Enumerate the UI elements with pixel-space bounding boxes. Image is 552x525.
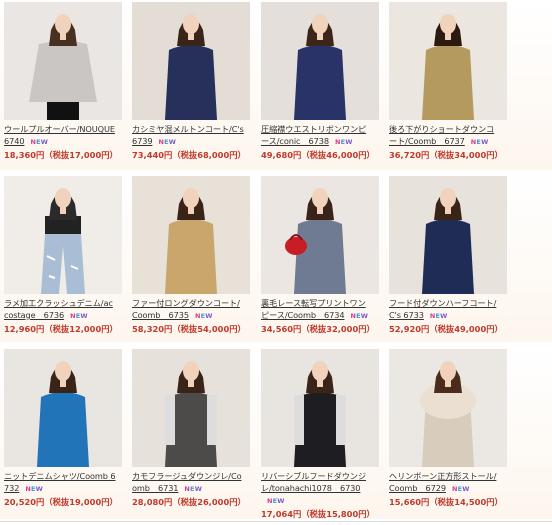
product-card[interactable]: カモフラージュダウンジレ/Coomb 6731 NEW 28,080円（税抜26,0… (132, 349, 254, 508)
product-title-link[interactable]: 圧縮襟ウエストリボンワンピース/conic 6738 NEW (261, 123, 373, 148)
product-title-text: ニットデニムシャツ/Coomb 6732 (4, 471, 116, 493)
product-title-link[interactable]: 裏毛レース転写プリントワンピース/Coomb 6734 NEW (261, 297, 373, 322)
product-title-text: ウールプルオーバー/NOUQUE 6740 (4, 124, 115, 146)
new-badge-letter: W (277, 497, 285, 505)
product-price: 36,720円（税抜34,000円） (389, 150, 503, 160)
new-badge: NEW (335, 136, 353, 148)
product-card[interactable]: ニットデニムシャツ/Coomb 6732 NEW 20,520円（税抜19,000円… (4, 349, 126, 508)
product-title-text: ファー付ロングダウンコート/Coomb 6735 (132, 298, 240, 320)
product-price: 73,440円（税抜68,000円） (132, 150, 246, 160)
product-price: 28,080円（税抜26,000円） (132, 497, 246, 507)
product-image[interactable] (4, 349, 122, 467)
product-image[interactable] (389, 349, 507, 467)
product-card[interactable]: 裏毛レース転写プリントワンピース/Coomb 6734 NEW 34,560円（税抜… (261, 176, 383, 335)
new-badge: NEW (184, 483, 202, 495)
new-badge-letter: W (205, 312, 213, 320)
product-image[interactable] (132, 349, 250, 467)
product-price: 52,920円（税抜49,000円） (389, 324, 503, 334)
product-image[interactable] (389, 2, 507, 120)
product-price: 49,680円（税抜46,000円） (261, 150, 375, 160)
new-badge: NEW (267, 495, 285, 507)
product-title-link[interactable]: ファー付ロングダウンコート/Coomb 6735 NEW (132, 297, 244, 322)
product-image[interactable] (132, 2, 250, 120)
product-card[interactable]: ファー付ロングダウンコート/Coomb 6735 NEW 58,320円（税抜54,… (132, 176, 254, 335)
product-price: 17,064円（税抜15,800円） (261, 509, 375, 519)
product-title-text: リバーシブルフードダウンジレ/tonahachi1078 6730 (261, 471, 366, 493)
product-title-link[interactable]: カシミヤ混メルトンコート/C's 6739 NEW (132, 123, 244, 148)
product-card[interactable]: ラメ加工クラッシュデニム/accostage 6736 NEW 12,960円（税抜… (4, 176, 126, 335)
product-image[interactable] (4, 2, 122, 120)
product-card[interactable]: 圧縮襟ウエストリボンワンピース/conic 6738 NEW 49,680円（税抜4… (261, 2, 383, 161)
product-title-text: ヘリンボーン正方形ストール/Coomb 6729 (389, 471, 497, 493)
new-badge: NEW (471, 136, 489, 148)
new-badge: NEW (350, 310, 368, 322)
product-title-text: ラメ加工クラッシュデニム/accostage 6736 (4, 298, 113, 320)
product-title-link[interactable]: 後ろ下がりショートダウンコート/Coomb 6737 NEW (389, 123, 501, 148)
product-image[interactable] (261, 176, 379, 294)
product-image[interactable] (261, 349, 379, 467)
new-badge-letter: W (40, 138, 49, 146)
product-price: 12,960円（税抜12,000円） (4, 324, 118, 334)
product-card[interactable]: フード付ダウンハーフコート/C's 6733 NEW 52,920円（税抜49,00… (389, 176, 511, 335)
product-grid: ウールプルオーバー/NOUQUE 6740 NEW 18,360円（税抜17,000… (0, 0, 552, 525)
product-card[interactable]: カシミヤ混メルトンコート/C's 6739 NEW 73,440円（税抜68,000… (132, 2, 254, 161)
new-badge: NEW (70, 310, 88, 322)
product-title-text: カシミヤ混メルトンコート/C's 6739 (132, 124, 244, 146)
new-badge: NEW (452, 483, 470, 495)
new-badge-letter: W (194, 485, 203, 493)
product-title-link[interactable]: カモフラージュダウンジレ/Coomb 6731 NEW (132, 470, 244, 495)
product-title-link[interactable]: ヘリンボーン正方形ストール/Coomb 6729 NEW (389, 470, 501, 495)
product-price: 15,660円（税抜14,500円） (389, 497, 503, 507)
product-price: 20,520円（税抜19,000円） (4, 497, 118, 507)
product-card[interactable]: ヘリンボーン正方形ストール/Coomb 6729 NEW 15,660円（税抜14,… (389, 349, 511, 508)
product-price: 34,560円（税抜32,000円） (261, 324, 375, 334)
product-title-link[interactable]: フード付ダウンハーフコート/C's 6733 NEW (389, 297, 501, 322)
product-image[interactable] (389, 176, 507, 294)
new-badge-letter: W (462, 485, 470, 493)
new-badge: NEW (430, 310, 448, 322)
new-badge-letter: W (168, 138, 177, 146)
new-badge-letter: W (481, 138, 489, 146)
new-badge: NEW (30, 136, 48, 148)
product-image[interactable] (4, 176, 122, 294)
footer-divider (0, 521, 552, 522)
product-image[interactable] (132, 176, 250, 294)
product-title-link[interactable]: ニットデニムシャツ/Coomb 6732 NEW (4, 470, 116, 495)
product-card[interactable]: リバーシブルフードダウンジレ/tonahachi1078 6730 NEW 17,0… (261, 349, 383, 520)
product-title-link[interactable]: ラメ加工クラッシュデニム/accostage 6736 NEW (4, 297, 116, 322)
new-badge: NEW (195, 310, 213, 322)
product-price: 18,360円（税抜17,000円） (4, 150, 118, 160)
new-badge-letter: W (80, 312, 88, 320)
new-badge-letter: W (35, 485, 43, 493)
product-title-link[interactable]: リバーシブルフードダウンジレ/tonahachi1078 6730 NEW (261, 470, 373, 507)
product-image[interactable] (261, 2, 379, 120)
new-badge-letter: W (360, 312, 369, 320)
new-badge: NEW (158, 136, 176, 148)
product-card[interactable]: 後ろ下がりショートダウンコート/Coomb 6737 NEW 36,720円（税抜3… (389, 2, 511, 161)
product-price: 58,320円（税抜54,000円） (132, 324, 246, 334)
new-badge-letter: W (345, 138, 353, 146)
new-badge: NEW (25, 483, 43, 495)
product-title-link[interactable]: ウールプルオーバー/NOUQUE 6740 NEW (4, 123, 116, 148)
product-card[interactable]: ウールプルオーバー/NOUQUE 6740 NEW 18,360円（税抜17,000… (4, 2, 126, 161)
new-badge-letter: W (440, 312, 448, 320)
